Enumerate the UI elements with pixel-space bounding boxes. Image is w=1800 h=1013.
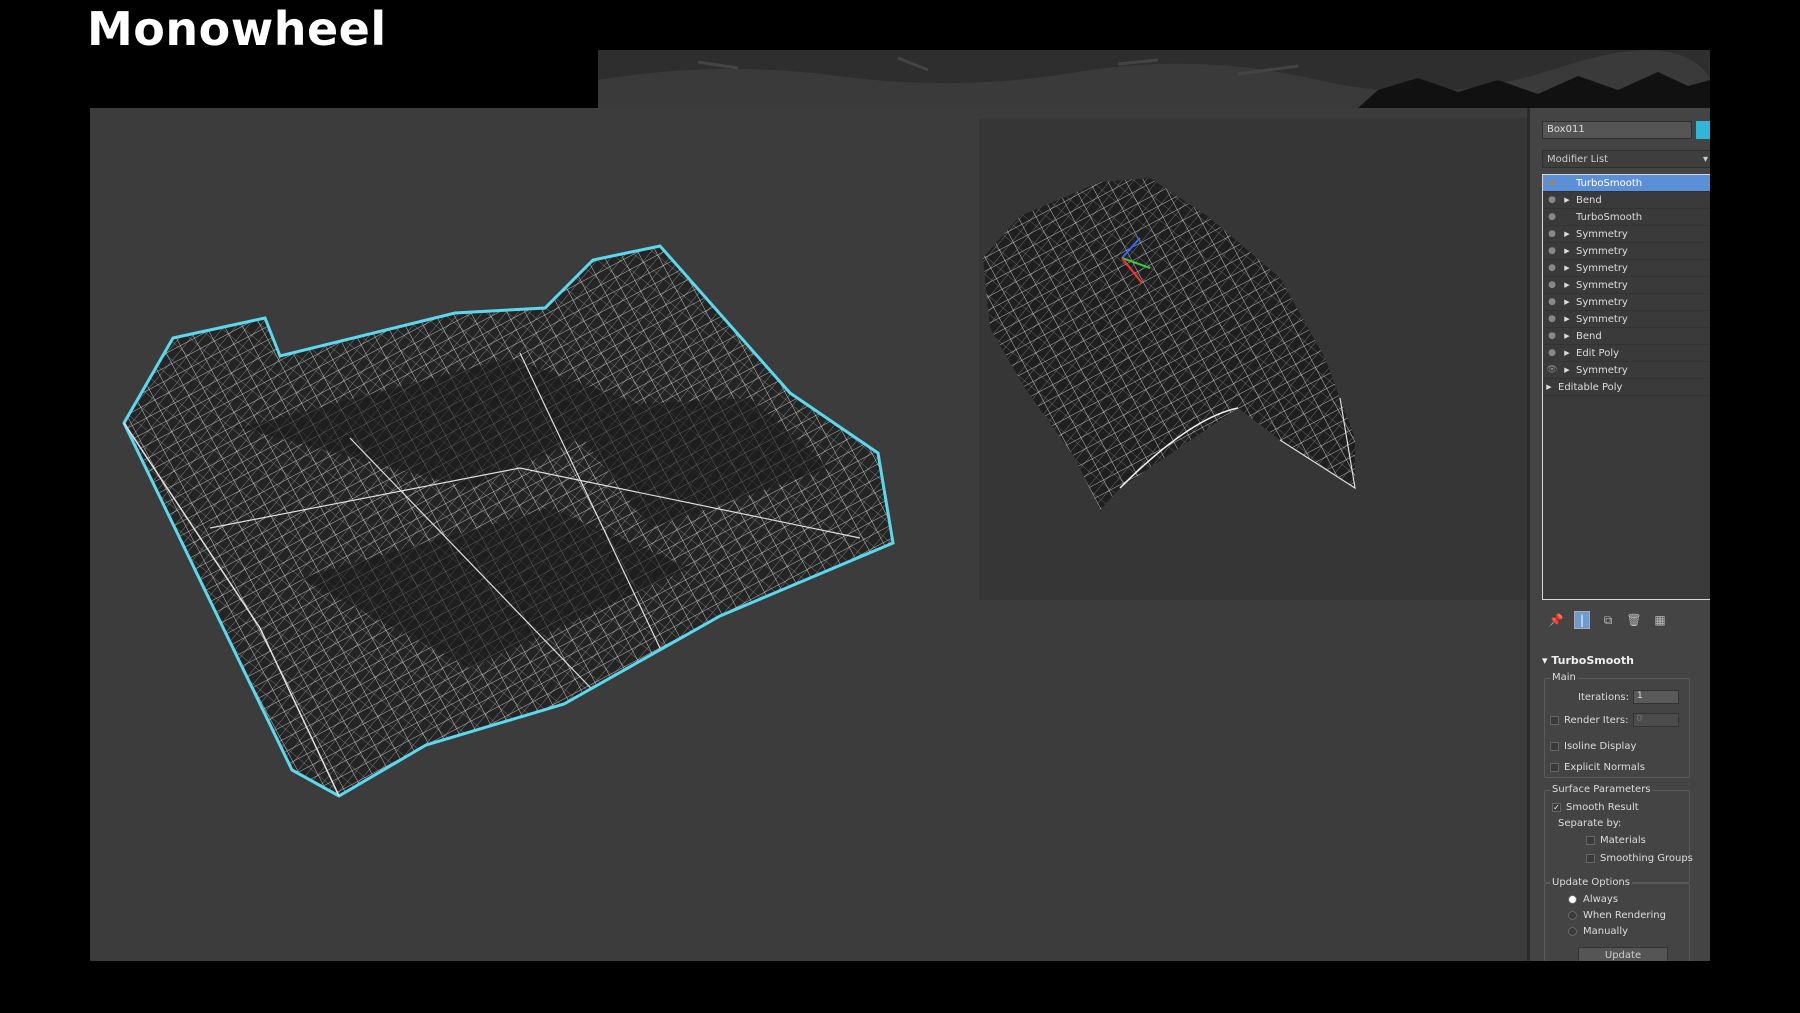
stack-item[interactable]: ● ▶ Symmetry [1543, 294, 1710, 311]
stack-toolbar: 📌 | ⧉ 🗑 ▦ [1542, 608, 1710, 632]
expand-arrow-icon[interactable]: ▶ [1561, 315, 1573, 323]
visibility-toggle-icon[interactable]: ● [1543, 263, 1561, 273]
stack-item[interactable]: ● ▶ Bend [1543, 192, 1710, 209]
main-group-label: Main [1550, 672, 1578, 683]
surface-params-label: Surface Parameters [1550, 784, 1653, 795]
chevron-down-icon: ▾ [1702, 154, 1708, 165]
when-rendering-option[interactable]: When Rendering [1568, 910, 1666, 921]
isoline-display-checkbox[interactable] [1550, 742, 1559, 751]
stack-item[interactable]: ● ▶ Symmetry [1543, 311, 1710, 328]
render-iters-spinner[interactable]: 0 [1632, 713, 1679, 727]
visibility-toggle-icon[interactable]: ● [1543, 229, 1561, 239]
stack-item-label: TurboSmooth [1576, 177, 1643, 189]
expand-arrow-icon[interactable]: ▶ [1561, 366, 1573, 374]
eye-icon[interactable]: 👁 [1543, 365, 1561, 375]
expand-arrow-icon[interactable]: ▶ [1561, 298, 1573, 306]
visibility-toggle-icon[interactable]: ● [1543, 212, 1561, 222]
modifier-stack[interactable]: ● TurboSmooth ● ▶ Bend ● TurboSmooth ● ▶ Symmetry… [1542, 174, 1710, 600]
expand-arrow-icon[interactable]: ▶ [1543, 383, 1555, 391]
configure-sets-icon[interactable]: ▦ [1652, 611, 1668, 629]
stack-item-label: Edit Poly [1576, 347, 1620, 359]
update-options-label: Update Options [1550, 877, 1632, 888]
show-end-result-icon[interactable]: | [1574, 611, 1590, 629]
visibility-toggle-icon[interactable]: ● [1543, 178, 1561, 188]
iterations-param: Iterations: 1 [1578, 690, 1679, 704]
manually-radio[interactable] [1568, 927, 1577, 936]
stack-item[interactable]: ● ▶ Symmetry [1543, 260, 1710, 277]
wireframe-plate [122, 244, 895, 798]
stack-item[interactable]: ● ▶ Symmetry [1543, 226, 1710, 243]
stack-item-label: Bend [1576, 330, 1602, 342]
visibility-toggle-icon[interactable]: ● [1543, 280, 1561, 290]
stack-item[interactable]: ● ▶ Symmetry [1543, 277, 1710, 294]
smooth-result-param[interactable]: ✓ Smooth Result [1552, 802, 1639, 813]
smoothing-groups-param[interactable]: Smoothing Groups [1586, 853, 1693, 864]
rollout-collapse-icon: ▾ [1542, 654, 1552, 667]
expand-arrow-icon[interactable]: ▶ [1561, 247, 1573, 255]
always-option[interactable]: Always [1568, 894, 1618, 905]
object-name-field[interactable]: Box011 [1542, 121, 1692, 139]
update-button[interactable]: Update [1578, 947, 1668, 961]
wireframe-hull [983, 178, 1356, 510]
expand-arrow-icon[interactable]: ▶ [1561, 196, 1573, 204]
remove-modifier-icon[interactable]: 🗑 [1626, 611, 1642, 629]
viewport-perspective[interactable] [90, 108, 1527, 961]
stack-item[interactable]: ● ▶ Edit Poly [1543, 345, 1710, 362]
visibility-toggle-icon[interactable]: ● [1543, 348, 1561, 358]
stack-item[interactable]: ● ▶ Symmetry [1543, 243, 1710, 260]
page-title: Monowheel [87, 2, 387, 56]
command-panel: Box011 Modifier List ▾ ● TurboSmooth ● ▶ Ben… [1527, 108, 1710, 961]
expand-arrow-icon[interactable]: ▶ [1561, 332, 1573, 340]
make-unique-icon[interactable]: ⧉ [1600, 611, 1616, 629]
modifier-list-dropdown[interactable]: Modifier List ▾ [1542, 150, 1710, 168]
expand-arrow-icon[interactable]: ▶ [1561, 264, 1573, 272]
explicit-normals-param[interactable]: Explicit Normals [1550, 762, 1645, 773]
visibility-toggle-icon[interactable]: ● [1543, 297, 1561, 307]
visibility-toggle-icon[interactable]: ● [1543, 314, 1561, 324]
render-iters-param: Render Iters: 0 [1550, 713, 1679, 727]
iterations-spinner[interactable]: 1 [1633, 690, 1679, 704]
stack-item[interactable]: ● TurboSmooth [1543, 175, 1710, 192]
isoline-display-param[interactable]: Isoline Display [1550, 741, 1636, 752]
visibility-toggle-icon[interactable]: ● [1543, 195, 1561, 205]
when-rendering-radio[interactable] [1568, 911, 1577, 920]
smoothing-groups-checkbox[interactable] [1586, 854, 1595, 863]
stack-item-label: Symmetry [1576, 279, 1628, 291]
texture-strip [598, 50, 1710, 108]
stack-item-label: Symmetry [1576, 228, 1628, 240]
stack-item[interactable]: ● ▶ Bend [1543, 328, 1710, 345]
render-iters-checkbox[interactable] [1550, 715, 1559, 725]
always-radio[interactable] [1568, 895, 1577, 904]
materials-checkbox[interactable] [1586, 836, 1595, 845]
materials-param[interactable]: Materials [1586, 835, 1646, 846]
stack-item-label: TurboSmooth [1576, 211, 1643, 223]
stack-item-label: Symmetry [1576, 296, 1628, 308]
smooth-result-checkbox[interactable]: ✓ [1552, 803, 1561, 812]
expand-arrow-icon[interactable]: ▶ [1561, 349, 1573, 357]
separate-by-label: Separate by: [1558, 818, 1622, 829]
visibility-toggle-icon[interactable]: ● [1543, 246, 1561, 256]
stack-item[interactable]: 👁 ▶ Symmetry [1543, 362, 1710, 379]
stack-item-label: Editable Poly [1558, 381, 1623, 393]
expand-arrow-icon[interactable]: ▶ [1561, 281, 1573, 289]
visibility-toggle-icon[interactable]: ● [1543, 331, 1561, 341]
expand-arrow-icon[interactable]: ▶ [1561, 230, 1573, 238]
object-color-swatch[interactable] [1696, 121, 1710, 139]
stack-item-label: Symmetry [1576, 245, 1628, 257]
explicit-normals-checkbox[interactable] [1550, 763, 1559, 772]
modifier-list-label: Modifier List [1547, 154, 1609, 165]
manually-option[interactable]: Manually [1568, 926, 1628, 937]
stack-item-label: Bend [1576, 194, 1602, 206]
pin-icon[interactable]: 📌 [1548, 611, 1564, 629]
stack-item-label: Symmetry [1576, 364, 1628, 376]
rollout-title[interactable]: ▾ TurboSmooth [1542, 654, 1710, 670]
stack-item-label: Symmetry [1576, 262, 1628, 274]
stack-item-label: Symmetry [1576, 313, 1628, 325]
stack-item[interactable]: ▶ Editable Poly [1543, 379, 1710, 396]
stack-item[interactable]: ● TurboSmooth [1543, 209, 1710, 226]
